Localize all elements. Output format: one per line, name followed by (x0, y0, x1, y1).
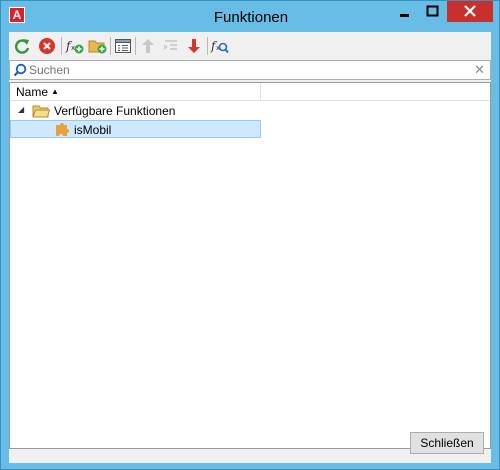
clear-search-icon[interactable]: ✕ (474, 62, 485, 78)
toolbar-separator (207, 37, 208, 55)
dialog-window: A Funktionen f x f x Suchen ✕ Name ▲ ◢ V… (0, 0, 500, 470)
move-down-icon (188, 39, 200, 53)
new-folder-button[interactable] (87, 35, 109, 57)
toolbar-separator (110, 37, 111, 55)
indent-icon (164, 40, 177, 50)
minimize-icon (400, 14, 409, 17)
new-function-button[interactable]: f x (64, 35, 86, 57)
functions-tree: Name ▲ ◢ Verfügbare Funktionen isMobil (9, 82, 491, 449)
maximize-button[interactable] (419, 1, 446, 22)
move-up-icon (142, 39, 154, 53)
tree-node-label: Verfügbare Funktionen (54, 104, 176, 118)
toolbar-separator (135, 37, 136, 55)
tree-node-label: isMobil (74, 123, 112, 137)
properties-icon (115, 39, 131, 53)
search-box: ✕ (9, 60, 491, 80)
indent-button[interactable] (160, 35, 182, 57)
find-function-icon: f x (210, 39, 229, 54)
new-folder-icon (88, 40, 107, 54)
plugin-icon (56, 123, 69, 136)
expanded-arrow-icon[interactable]: ◢ (18, 105, 24, 114)
refresh-icon (15, 39, 30, 54)
properties-button[interactable] (112, 35, 134, 57)
move-up-button[interactable] (137, 35, 159, 57)
column-header-name[interactable]: Name ▲ (10, 83, 261, 101)
delete-icon (39, 38, 55, 54)
column-header-filler (261, 83, 490, 101)
maximize-icon (426, 5, 439, 17)
column-header-label: Name (16, 85, 49, 99)
tree-node-root[interactable]: ◢ Verfügbare Funktionen (10, 102, 261, 120)
close-button[interactable]: Schließen (410, 432, 484, 454)
delete-button[interactable] (36, 35, 58, 57)
new-function-icon: f x (65, 39, 84, 54)
svg-text:x: x (71, 44, 75, 52)
move-down-button[interactable] (183, 35, 205, 57)
toolbar-separator (61, 37, 62, 55)
toolbar: f x f x (9, 32, 491, 60)
search-input[interactable] (29, 61, 469, 79)
close-window-button[interactable] (447, 1, 493, 22)
refresh-button[interactable] (11, 35, 33, 57)
sort-ascending-icon: ▲ (51, 87, 59, 96)
folder-icon (32, 105, 50, 118)
find-function-button[interactable]: f x (209, 35, 231, 57)
title-bar[interactable]: A Funktionen (1, 1, 499, 32)
tree-node-item[interactable]: isMobil (10, 120, 261, 138)
search-icon (13, 63, 27, 77)
dialog-content: f x f x Suchen ✕ Name ▲ ◢ Verfügbare Fun… (9, 32, 491, 463)
minimize-button[interactable] (391, 1, 418, 22)
close-icon (464, 5, 476, 17)
